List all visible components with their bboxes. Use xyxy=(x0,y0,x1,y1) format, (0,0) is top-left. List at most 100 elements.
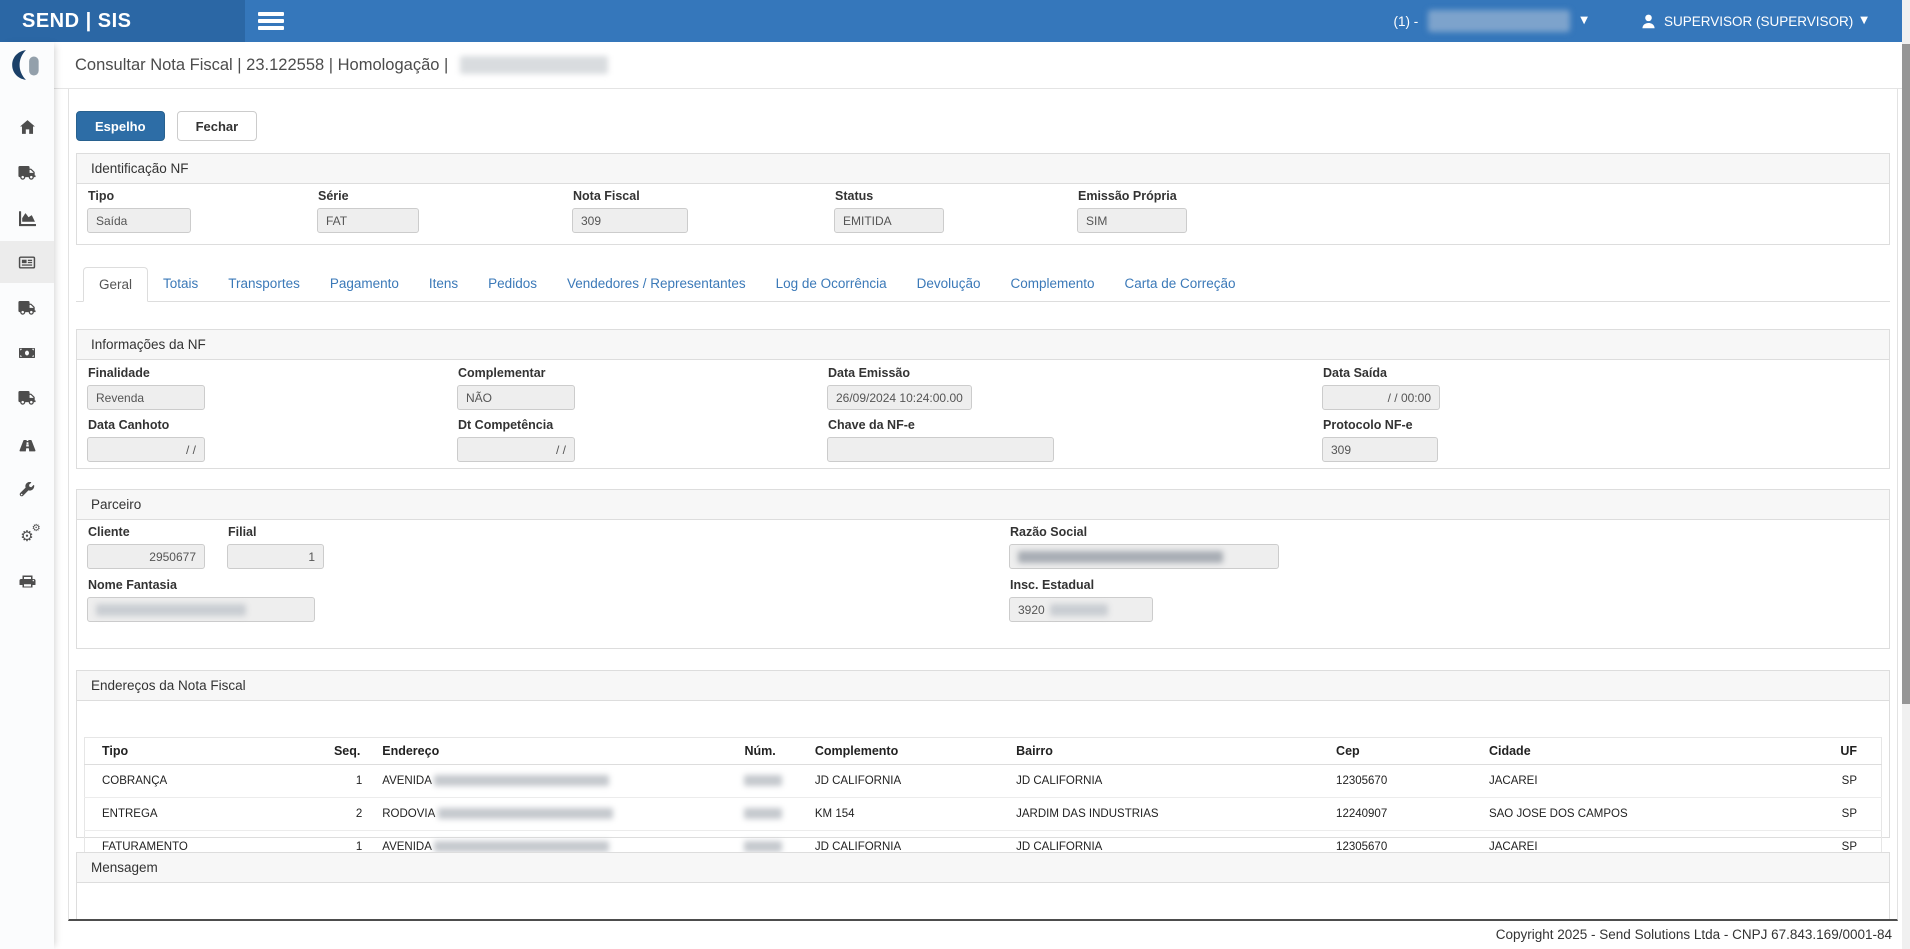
cliente-label: Cliente xyxy=(88,525,205,539)
hamburger-menu-icon[interactable] xyxy=(258,8,292,34)
truck-icon xyxy=(18,166,36,181)
title-company-redacted xyxy=(460,56,608,74)
dt-competencia-label: Dt Competência xyxy=(458,418,575,432)
chart-area-icon xyxy=(19,210,36,227)
col-endereco: Endereço xyxy=(374,738,736,765)
sidebar-item-manutencao[interactable] xyxy=(0,469,54,511)
dt-competencia-input[interactable] xyxy=(457,437,575,462)
panel-title: Informações da NF xyxy=(77,330,1889,360)
sidebar-item-configuracoes[interactable]: ⚙⚙ xyxy=(0,515,54,557)
tab-devolucao[interactable]: Devolução xyxy=(902,267,996,301)
identificacao-nf-panel: Identificação NF Tipo Série Nota Fiscal … xyxy=(76,153,1890,245)
enderecos-panel: Endereços da Nota Fiscal Tipo Seq. Ender… xyxy=(76,670,1890,838)
gears-icon: ⚙⚙ xyxy=(20,529,33,544)
nome-fantasia-input[interactable] xyxy=(87,597,315,622)
table-row[interactable]: COBRANÇA 1 AVENIDA JD CALIFORNIA JD CALI… xyxy=(85,765,1882,798)
table-row[interactable]: ENTREGA 2 RODOVIA KM 154 JARDIM DAS INDU… xyxy=(85,798,1882,831)
nota-fiscal-input[interactable] xyxy=(572,208,688,233)
data-saida-input[interactable] xyxy=(1322,385,1440,410)
tab-log-de-ocorrencia[interactable]: Log de Ocorrência xyxy=(761,267,902,301)
complementar-label: Complementar xyxy=(458,366,575,380)
sidebar-item-home[interactable] xyxy=(0,106,54,148)
panel-title: Parceiro xyxy=(77,490,1889,520)
tab-transportes[interactable]: Transportes xyxy=(213,267,315,301)
numero-redacted xyxy=(744,775,782,786)
emissao-propria-input[interactable] xyxy=(1077,208,1187,233)
nf-tabs: Geral Totais Transportes Pagamento Itens… xyxy=(76,266,1890,302)
send-logo xyxy=(9,48,45,84)
numero-redacted xyxy=(744,808,782,819)
nota-fiscal-label: Nota Fiscal xyxy=(573,189,688,203)
sidebar-item-frota[interactable] xyxy=(0,377,54,419)
chave-nfe-input[interactable] xyxy=(827,437,1054,462)
tab-pedidos[interactable]: Pedidos xyxy=(473,267,552,301)
panel-title: Endereços da Nota Fiscal xyxy=(77,671,1889,701)
sidebar-item-coletas[interactable] xyxy=(0,287,54,329)
content-frame: Espelho Fechar Identificação NF Tipo Sér… xyxy=(68,89,1898,921)
toolbar: Espelho Fechar xyxy=(76,111,257,141)
status-input[interactable] xyxy=(834,208,944,233)
tab-totais[interactable]: Totais xyxy=(148,267,213,301)
endereco-redacted xyxy=(434,775,609,786)
col-cep: Cep xyxy=(1328,738,1481,765)
complementar-input[interactable] xyxy=(457,385,575,410)
enderecos-table: Tipo Seq. Endereço Núm. Complemento Bair… xyxy=(84,737,1882,864)
col-cidade: Cidade xyxy=(1481,738,1783,765)
fechar-button[interactable]: Fechar xyxy=(177,111,258,141)
sidebar-item-financeiro[interactable] xyxy=(0,332,54,374)
tab-carta-de-correcao[interactable]: Carta de Correção xyxy=(1110,267,1251,301)
sidebar-item-relatorios[interactable] xyxy=(0,197,54,239)
data-saida-label: Data Saída xyxy=(1323,366,1440,380)
finalidade-input[interactable] xyxy=(87,385,205,410)
user-label: SUPERVISOR (SUPERVISOR) xyxy=(1664,14,1853,29)
razao-social-label: Razão Social xyxy=(1010,525,1279,539)
finalidade-label: Finalidade xyxy=(88,366,205,380)
company-dropdown[interactable]: (1) - ▼ xyxy=(1394,10,1588,32)
company-prefix: (1) - xyxy=(1394,14,1419,29)
tab-complemento[interactable]: Complemento xyxy=(995,267,1109,301)
tab-geral[interactable]: Geral xyxy=(83,267,148,302)
money-icon xyxy=(18,345,36,361)
data-canhoto-input[interactable] xyxy=(87,437,205,462)
data-emissao-input[interactable] xyxy=(827,385,972,410)
col-tipo: Tipo xyxy=(85,738,326,765)
tab-pagamento[interactable]: Pagamento xyxy=(315,267,414,301)
tab-itens[interactable]: Itens xyxy=(414,267,473,301)
insc-estadual-input[interactable]: 3920 xyxy=(1009,597,1153,622)
informacoes-nf-panel: Informações da NF Finalidade Complementa… xyxy=(76,329,1890,469)
data-emissao-label: Data Emissão xyxy=(828,366,972,380)
cliente-input[interactable] xyxy=(87,544,205,569)
mensagem-panel: Mensagem xyxy=(76,852,1890,919)
protocolo-nfe-label: Protocolo NF-e xyxy=(1323,418,1438,432)
col-uf: UF xyxy=(1783,738,1882,765)
espelho-button[interactable]: Espelho xyxy=(76,111,165,141)
nome-fantasia-redacted xyxy=(96,604,246,616)
chevron-down-icon: ▼ xyxy=(1580,16,1588,26)
col-bairro: Bairro xyxy=(1008,738,1328,765)
left-sidebar: ⚙⚙ xyxy=(0,42,54,949)
filial-label: Filial xyxy=(228,525,324,539)
sidebar-item-notas-fiscais[interactable] xyxy=(0,241,54,283)
truck-icon xyxy=(18,391,36,406)
printer-icon xyxy=(19,574,36,590)
filial-input[interactable] xyxy=(227,544,324,569)
sidebar-item-viagens[interactable] xyxy=(0,423,54,465)
tab-vendedores-representantes[interactable]: Vendedores / Representantes xyxy=(552,267,761,301)
endereco-redacted xyxy=(438,808,613,819)
truck-icon xyxy=(18,301,36,316)
app-brand: SEND | SIS xyxy=(0,0,245,42)
col-complemento: Complemento xyxy=(807,738,1008,765)
tipo-input[interactable] xyxy=(87,208,191,233)
scrollbar-thumb[interactable] xyxy=(1902,44,1910,704)
razao-social-redacted xyxy=(1018,551,1223,563)
serie-input[interactable] xyxy=(317,208,419,233)
emissao-propria-label: Emissão Própria xyxy=(1078,189,1187,203)
sidebar-item-impressao[interactable] xyxy=(0,561,54,603)
home-icon xyxy=(19,119,36,136)
protocolo-nfe-input[interactable] xyxy=(1322,437,1438,462)
user-menu[interactable]: SUPERVISOR (SUPERVISOR) ▼ xyxy=(1640,13,1868,30)
sidebar-item-expedicao[interactable] xyxy=(0,152,54,194)
razao-social-input[interactable] xyxy=(1009,544,1279,569)
serie-label: Série xyxy=(318,189,419,203)
page-scrollbar[interactable] xyxy=(1902,0,1910,949)
